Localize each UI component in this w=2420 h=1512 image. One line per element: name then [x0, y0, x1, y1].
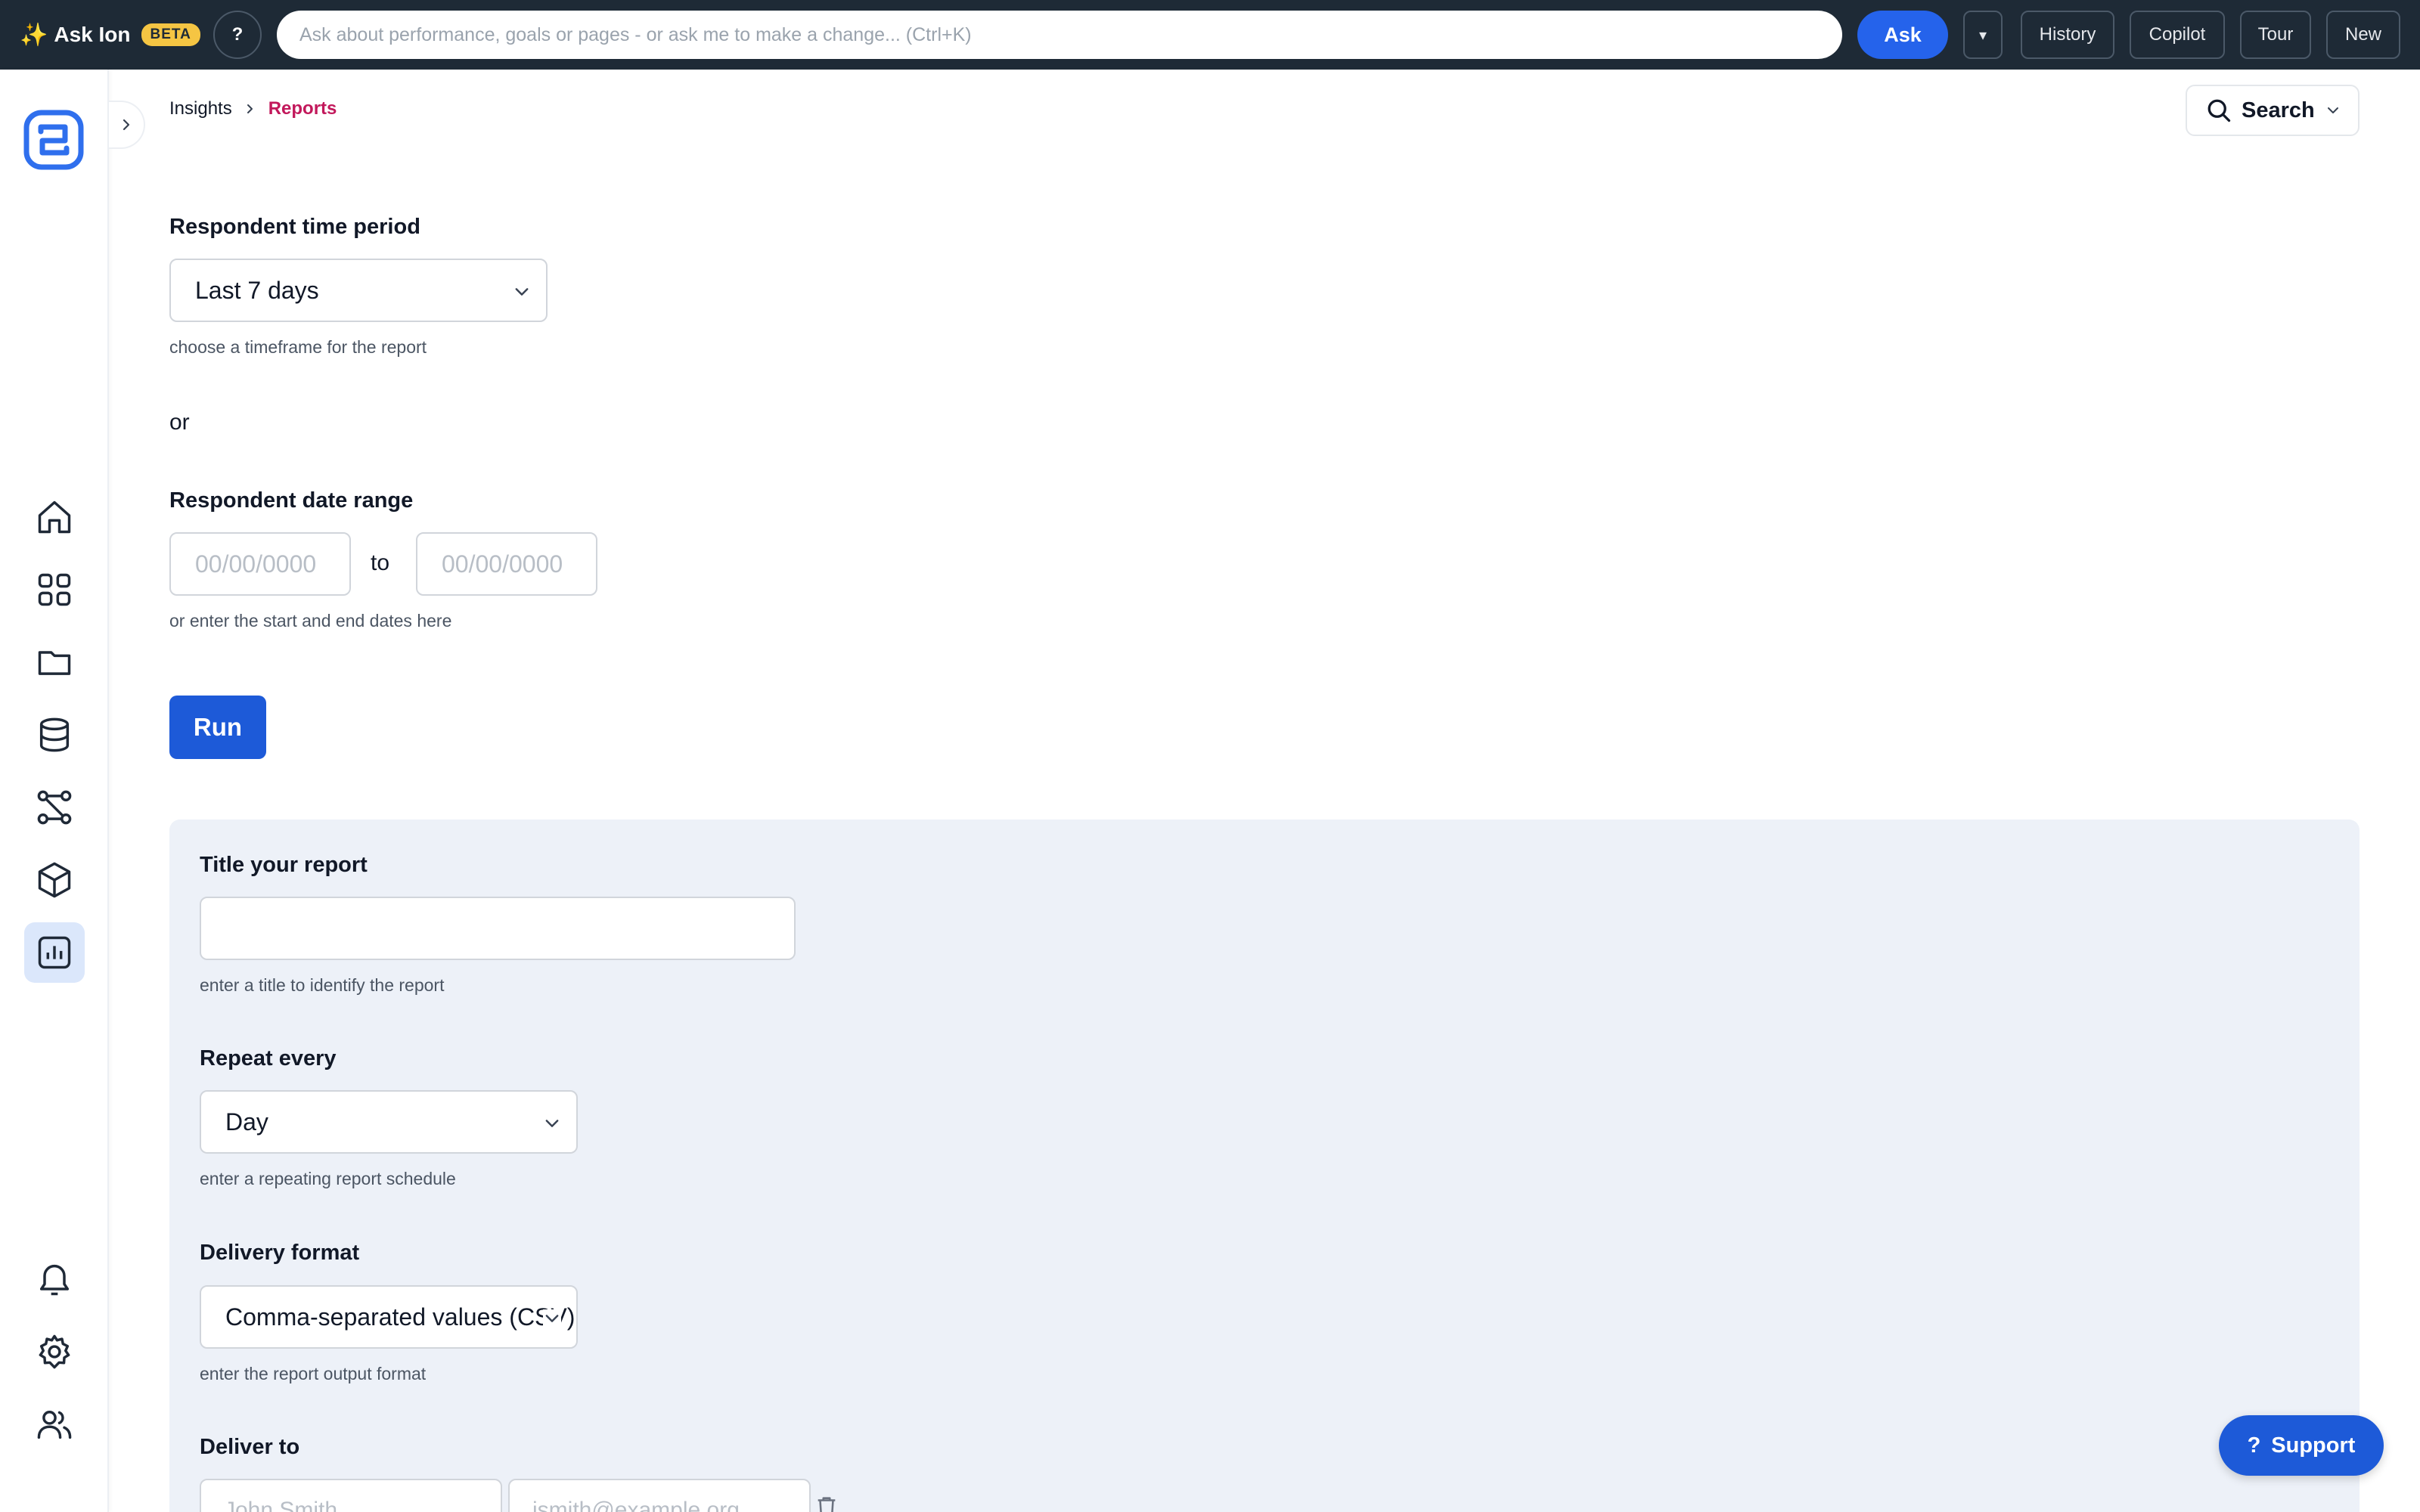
- or-separator: or: [169, 410, 190, 435]
- gear-icon: [39, 1334, 70, 1369]
- recipient-name-input[interactable]: [200, 1479, 502, 1512]
- sparkle-icon: ✨: [20, 22, 48, 48]
- nav-settings[interactable]: [24, 1321, 85, 1382]
- ask-button[interactable]: Ask: [1857, 11, 1948, 59]
- folder-icon: [38, 651, 71, 675]
- app-logo-icon[interactable]: [23, 109, 85, 171]
- breadcrumb-insights[interactable]: Insights: [169, 98, 232, 119]
- nav-workflows[interactable]: [24, 777, 85, 838]
- report-title-label: Title your report: [200, 853, 368, 877]
- chevron-right-icon: [123, 119, 130, 131]
- chevron-down-icon: [515, 288, 529, 296]
- delivery-format-label: Delivery format: [200, 1241, 360, 1265]
- report-title-hint: enter a title to identify the report: [200, 975, 445, 995]
- end-date-input[interactable]: [416, 532, 597, 596]
- recipient-email-input[interactable]: [508, 1479, 811, 1512]
- beta-badge: BETA: [141, 23, 200, 46]
- nav-home[interactable]: [24, 487, 85, 547]
- ask-ion-brand[interactable]: ✨ Ask Ion BETA: [20, 0, 200, 70]
- grid-icon: [38, 573, 71, 606]
- trash-icon[interactable]: [814, 1494, 839, 1512]
- time-period-select[interactable]: Last 7 days: [169, 259, 548, 322]
- help-button[interactable]: ?: [213, 11, 262, 59]
- nav-dashboard[interactable]: [24, 559, 85, 620]
- nav-insights[interactable]: [24, 922, 85, 983]
- repeat-every-hint: enter a repeating report schedule: [200, 1169, 456, 1188]
- delivery-format-value: Comma-separated values (CSV): [225, 1303, 576, 1331]
- cube-icon: [38, 862, 71, 898]
- database-icon: [39, 717, 70, 752]
- nav-products[interactable]: [24, 850, 85, 910]
- home-icon: [38, 500, 71, 534]
- delivery-format-select[interactable]: Comma-separated values (CSV): [200, 1285, 578, 1349]
- search-button[interactable]: Search: [2186, 85, 2360, 136]
- delivery-format-hint: enter the report output format: [200, 1364, 427, 1383]
- time-period-value: Last 7 days: [195, 276, 319, 304]
- run-button[interactable]: Run: [169, 696, 266, 759]
- chevron-right-icon: [244, 103, 256, 115]
- date-range-to: to: [371, 550, 390, 575]
- sidebar: [0, 70, 109, 1512]
- support-label: Support: [2271, 1433, 2356, 1458]
- chevron-down-icon: [545, 1120, 559, 1127]
- nav-notifications[interactable]: [24, 1249, 85, 1309]
- question-icon: ?: [2247, 1433, 2261, 1458]
- nav-data[interactable]: [24, 705, 85, 765]
- nav-users[interactable]: [24, 1394, 85, 1455]
- support-button[interactable]: ? Support: [2219, 1415, 2384, 1476]
- search-icon: [2207, 99, 2231, 122]
- caret-down-icon: ▾: [1978, 26, 1987, 44]
- users-icon: [37, 1411, 72, 1439]
- top-bar: ✨ Ask Ion BETA ? Ask ▾ History Copilot T…: [0, 0, 2420, 70]
- bar-chart-icon: [38, 936, 71, 969]
- repeat-every-label: Repeat every: [200, 1046, 337, 1070]
- repeat-every-select[interactable]: Day: [200, 1090, 578, 1154]
- report-title-input[interactable]: [200, 897, 796, 960]
- time-period-hint: choose a timeframe for the report: [169, 337, 427, 357]
- deliver-to-label: Deliver to: [200, 1435, 300, 1459]
- copilot-button[interactable]: Copilot: [2130, 11, 2225, 59]
- date-range-label: Respondent date range: [169, 488, 414, 513]
- search-label: Search: [2242, 98, 2315, 122]
- tour-button[interactable]: Tour: [2240, 11, 2311, 59]
- sidebar-expand-button[interactable]: [109, 101, 145, 149]
- chevron-down-icon: [2327, 107, 2338, 113]
- chevron-down-icon: [543, 1309, 561, 1328]
- breadcrumb: Insights Reports: [169, 98, 337, 119]
- time-period-label: Respondent time period: [169, 215, 420, 239]
- new-button[interactable]: New: [2326, 11, 2400, 59]
- repeat-every-value: Day: [225, 1108, 268, 1136]
- workflow-icon: [37, 790, 72, 825]
- ask-input[interactable]: [277, 11, 1842, 59]
- brand-label: Ask Ion: [54, 23, 131, 46]
- start-date-input[interactable]: [169, 532, 351, 596]
- bell-icon: [39, 1264, 70, 1296]
- ask-options-dropdown[interactable]: ▾: [1963, 11, 2003, 59]
- nav-files[interactable]: [24, 632, 85, 692]
- history-button[interactable]: History: [2021, 11, 2114, 59]
- breadcrumb-reports[interactable]: Reports: [268, 98, 337, 119]
- date-range-hint: or enter the start and end dates here: [169, 611, 452, 631]
